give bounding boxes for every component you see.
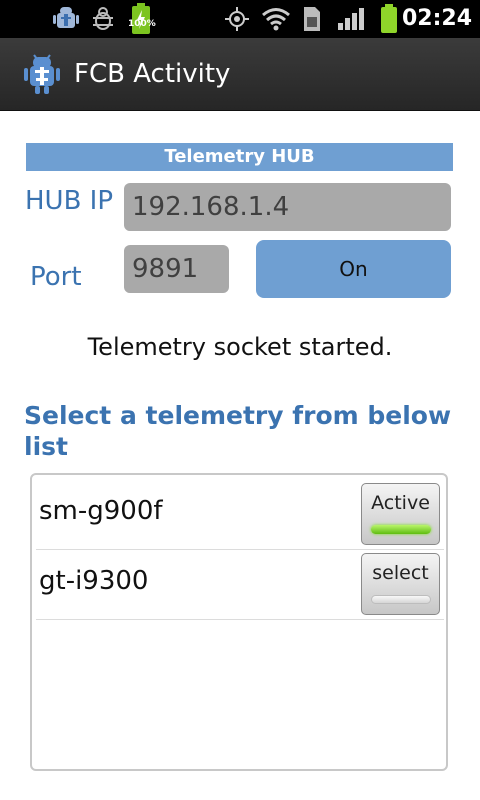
battery-icon — [377, 0, 401, 38]
device-active-button[interactable]: Active — [361, 483, 440, 545]
action-bar: FCB Activity — [0, 38, 480, 111]
sim-icon — [300, 0, 324, 38]
gps-icon — [222, 0, 252, 38]
telemetry-list-title: Select a telemetry from below list — [24, 401, 452, 461]
list-item[interactable]: gt-i9300 select — [36, 549, 444, 620]
button-label: select — [372, 562, 429, 584]
hub-ip-label: HUB IP — [25, 186, 114, 216]
device-name: sm-g900f — [39, 496, 163, 526]
clock: 02:24 — [401, 6, 472, 31]
active-indicator-light — [371, 525, 431, 534]
wifi-icon — [259, 0, 293, 38]
inactive-indicator-light — [371, 595, 431, 604]
app-title: FCB Activity — [74, 59, 231, 89]
device-name: gt-i9300 — [39, 566, 149, 596]
hub-ip-input[interactable]: 192.168.1.4 — [124, 183, 451, 231]
status-bar: 100% 02:24 — [0, 0, 480, 38]
status-message: Telemetry socket started. — [87, 333, 393, 361]
hub-toggle-button[interactable]: On — [256, 240, 451, 298]
app-logo-icon — [22, 52, 62, 100]
list-item[interactable]: sm-g900f Active — [36, 479, 444, 550]
telemetry-device-list[interactable]: sm-g900f Active gt-i9300 select — [30, 473, 448, 771]
telemetry-hub-header: Telemetry HUB — [26, 143, 453, 171]
signal-icon — [336, 0, 366, 38]
bug-icon — [88, 0, 118, 38]
port-label: Port — [30, 262, 82, 292]
button-label: Active — [371, 492, 430, 514]
device-select-button[interactable]: select — [361, 553, 440, 615]
android-debug-icon — [50, 0, 82, 38]
battery-percent-label: 100% — [128, 19, 156, 29]
port-input[interactable]: 9891 — [124, 245, 229, 293]
